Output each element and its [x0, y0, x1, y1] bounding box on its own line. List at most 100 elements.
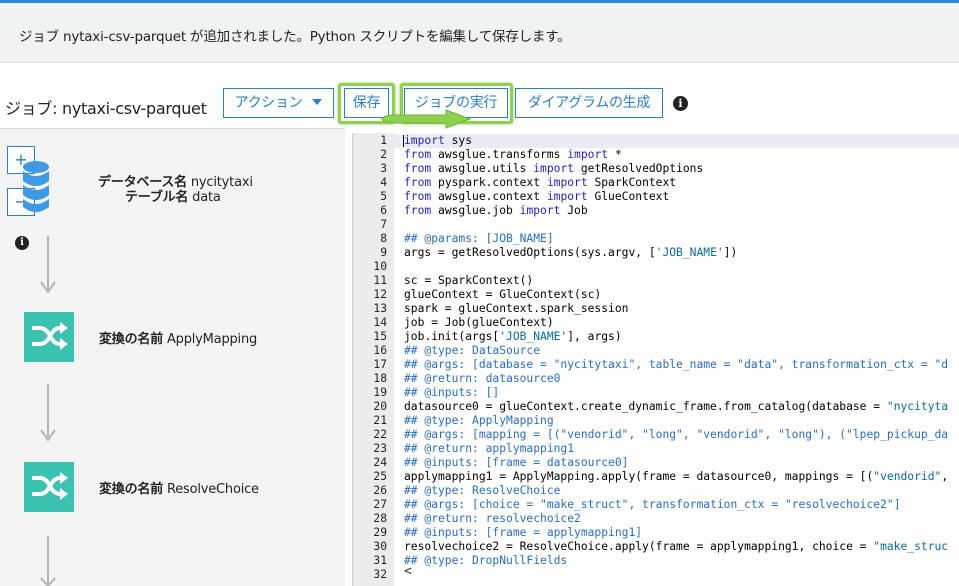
code-line[interactable]: 10 [353, 260, 959, 274]
code-line[interactable]: 25 applymapping1 = ApplyMapping.apply(fra… [353, 470, 959, 484]
code-token: ## @type: DropNullFields [404, 554, 568, 567]
code-line[interactable]: 28 ## @return: resolvechoice2 [353, 512, 959, 526]
code-token: * [608, 148, 622, 161]
line-number: 31 [373, 554, 387, 567]
code-token: "make_struc [873, 540, 949, 553]
code-line[interactable]: 8 ## @params: [JOB_NAME] [353, 232, 959, 246]
code-line[interactable]: 22 ## @args: [mapping = [("vendorid", "lo… [353, 428, 959, 442]
banner-message: ジョブ nytaxi-csv-parquet が追加されました。Python ス… [19, 29, 571, 45]
code-token: 'JOB_NAME' [655, 246, 724, 259]
database-icon [23, 161, 49, 212]
code-text: from awsglue.utils import getResolvedOpt… [404, 162, 703, 176]
line-number: 8 [380, 232, 387, 245]
code-line[interactable]: 3 from awsglue.utils import getResolvedOp… [353, 162, 959, 176]
line-number: 20 [373, 400, 387, 413]
code-token: ## @return: resolvechoice2 [404, 512, 581, 525]
code-line[interactable]: 6 from awsglue.job import Job [353, 204, 959, 218]
line-number: 5 [380, 190, 387, 203]
code-token: getResolvedOptions [574, 162, 704, 175]
code-text: ## @inputs: [frame = applymapping1] [404, 526, 642, 540]
code-text: glueContext = GlueContext(sc) [404, 288, 601, 302]
line-number: 6 [380, 204, 387, 217]
code-token: ## @inputs: [frame = applymapping1] [404, 526, 643, 539]
code-line[interactable]: 21 ## @type: ApplyMapping [353, 414, 959, 428]
code-text: from awsglue.transforms import * [404, 148, 622, 162]
code-line[interactable]: 17 ## @args: [database = "nycitytaxi", ta… [353, 358, 959, 372]
code-line[interactable]: 5 from awsglue.context import GlueContext [353, 190, 959, 204]
code-line[interactable]: 13 spark = glueContext.spark_session [353, 302, 959, 316]
scroll-left-icon[interactable]: < [404, 565, 420, 579]
info-icon[interactable]: i [15, 236, 29, 250]
code-line[interactable]: 31 ## @type: DropNullFields [353, 554, 959, 568]
code-line[interactable]: 2 from awsglue.transforms import * [353, 148, 959, 162]
code-line[interactable]: 19 ## @inputs: [] [353, 386, 959, 400]
generate-diagram-button[interactable]: ダイアグラムの生成 [515, 88, 663, 118]
code-token: awsglue.context [431, 190, 547, 203]
code-token: SparkContext [587, 176, 677, 189]
code-line[interactable]: 18 ## @return: datasource0 [353, 372, 959, 386]
action-dropdown-button[interactable]: アクション [223, 88, 334, 118]
code-line[interactable]: 9 args = getResolvedOptions(sys.argv, ['J… [353, 246, 959, 260]
code-token: ## @return: datasource0 [404, 372, 561, 385]
script-editor[interactable]: 1 import sys 2 from awsglue.transforms impo… [352, 133, 959, 586]
line-number: 17 [373, 358, 387, 371]
flow-arrow-down-icon [40, 384, 56, 442]
code-token: ## @type: ApplyMapping [404, 414, 554, 427]
code-token: awsglue.job [431, 204, 520, 217]
code-token: import [519, 204, 561, 217]
code-text: ## @type: DataSource [404, 344, 540, 358]
code-text: from awsglue.context import GlueContext [404, 190, 669, 204]
code-token: import [546, 190, 588, 203]
code-token: "nycityta [886, 400, 949, 413]
line-number: 29 [373, 526, 387, 539]
transform-value: ResolveChoice [166, 482, 259, 497]
code-line[interactable]: 29 ## @inputs: [frame = applymapping1] [353, 526, 959, 540]
code-token: import [546, 176, 588, 189]
code-text: ## @args: [choice = "make_struct", trans… [404, 498, 901, 512]
line-number: 13 [373, 302, 387, 315]
transform-key: 変換の名前 [99, 332, 164, 347]
transform-shuffle-icon[interactable] [24, 312, 74, 362]
transform-value: ApplyMapping [166, 332, 258, 347]
transform-shuffle-icon[interactable] [24, 462, 74, 512]
success-banner: ジョブ nytaxi-csv-parquet が追加されました。Python ス… [0, 3, 959, 63]
code-text: job = Job(glueContext) [404, 316, 554, 330]
code-line[interactable]: 1 import sys [353, 134, 959, 148]
code-line[interactable]: 26 ## @type: ResolveChoice [353, 484, 959, 498]
code-line[interactable]: 14 job = Job(glueContext) [353, 316, 959, 330]
code-text: ## @return: applymapping1 [404, 442, 574, 456]
line-number: 15 [373, 330, 387, 343]
code-token: sc = SparkContext() [404, 274, 534, 287]
table-key: テーブル名 [125, 190, 189, 205]
code-line[interactable]: 12 glueContext = GlueContext(sc) [353, 288, 959, 302]
code-lines[interactable]: 1 import sys 2 from awsglue.transforms impo… [353, 134, 959, 582]
line-number: 11 [373, 274, 387, 287]
code-line[interactable]: 11 sc = SparkContext() [353, 274, 959, 288]
code-line[interactable]: 27 ## @args: [choice = "make_struct", tra… [353, 498, 959, 512]
code-line[interactable]: 4 from pyspark.context import SparkContex… [353, 176, 959, 190]
code-token: ## @inputs: [frame = datasource0] [404, 456, 629, 469]
caret-down-icon [312, 99, 323, 105]
line-number: 2 [380, 148, 387, 161]
code-line[interactable]: 32 [353, 568, 959, 582]
code-token: ## @args: [mapping = [("vendorid", "long… [404, 428, 949, 441]
line-number: 21 [373, 414, 387, 427]
line-number: 10 [373, 260, 387, 273]
code-line[interactable]: 30 resolvechoice2 = ResolveChoice.apply(f… [353, 540, 959, 554]
code-line[interactable]: 15 job.init(args['JOB_NAME'], args) [353, 330, 959, 344]
code-line[interactable]: 20 datasource0 = glueContext.create_dynam… [353, 400, 959, 414]
code-line[interactable]: 7 [353, 218, 959, 232]
code-token: ## @type: DataSource [404, 344, 541, 357]
code-line[interactable]: 16 ## @type: DataSource [353, 344, 959, 358]
line-number: 27 [373, 498, 387, 511]
info-icon[interactable]: i [673, 96, 688, 111]
code-token: ## @inputs: [] [404, 386, 500, 399]
code-token: import [404, 134, 445, 147]
code-token: GlueContext [587, 190, 670, 203]
code-line[interactable]: 23 ## @return: applymapping1 [353, 442, 959, 456]
code-line[interactable]: 24 ## @inputs: [frame = datasource0] [353, 456, 959, 470]
line-number: 22 [373, 428, 387, 441]
line-number: 9 [380, 246, 387, 259]
line-number: 12 [373, 288, 387, 301]
line-number: 25 [373, 470, 387, 483]
